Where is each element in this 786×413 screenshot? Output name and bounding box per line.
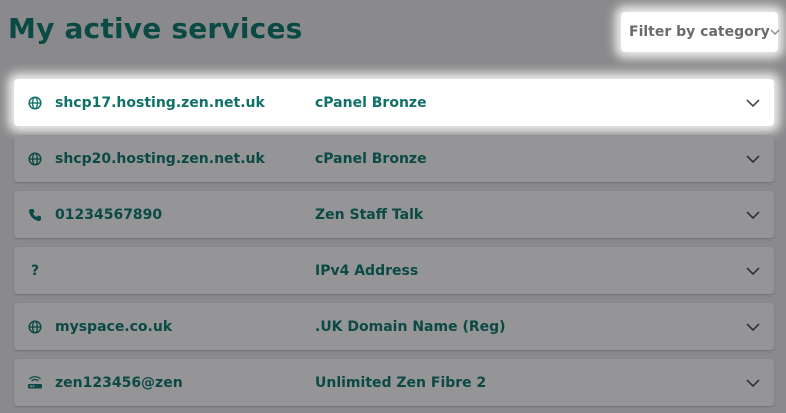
chevron-down-icon[interactable] — [744, 374, 762, 392]
globe-icon — [26, 318, 44, 336]
service-product: cPanel Bronze — [315, 150, 427, 167]
service-name: zen123456@zen — [55, 374, 183, 391]
chevron-down-icon[interactable] — [744, 94, 762, 112]
service-row[interactable]: zen123456@zen Unlimited Zen Fibre 2 — [14, 359, 774, 406]
service-row[interactable]: myspace.co.uk .UK Domain Name (Reg) — [14, 303, 774, 350]
filter-label: Filter by category — [629, 24, 770, 40]
service-product: .UK Domain Name (Reg) — [315, 318, 506, 335]
chevron-down-icon[interactable] — [744, 206, 762, 224]
chevron-down-icon[interactable] — [744, 150, 762, 168]
service-row[interactable]: ? IPv4 Address — [14, 247, 774, 294]
service-product: IPv4 Address — [315, 262, 419, 279]
page-title: My active services — [8, 12, 303, 45]
service-product: Zen Staff Talk — [315, 206, 424, 223]
chevron-down-icon — [770, 29, 780, 35]
filter-by-category-select[interactable]: Filter by category — [621, 12, 780, 52]
services-list: shcp17.hosting.zen.net.uk cPanel Bronze … — [14, 79, 774, 413]
service-row[interactable]: shcp20.hosting.zen.net.uk cPanel Bronze — [14, 135, 774, 182]
chevron-down-icon[interactable] — [744, 262, 762, 280]
globe-icon — [26, 150, 44, 168]
service-product: Unlimited Zen Fibre 2 — [315, 374, 487, 391]
service-row[interactable]: shcp17.hosting.zen.net.uk cPanel Bronze — [14, 79, 774, 126]
globe-icon — [26, 94, 44, 112]
question-icon: ? — [30, 262, 40, 279]
service-name: 01234567890 — [55, 206, 163, 223]
chevron-down-icon[interactable] — [744, 318, 762, 336]
service-name: shcp20.hosting.zen.net.uk — [55, 150, 265, 167]
phone-icon — [26, 206, 44, 224]
service-name: myspace.co.uk — [55, 318, 173, 335]
service-product: cPanel Bronze — [315, 94, 427, 111]
service-name: shcp17.hosting.zen.net.uk — [55, 94, 265, 111]
service-row[interactable]: 01234567890 Zen Staff Talk — [14, 191, 774, 238]
router-icon — [26, 374, 44, 392]
